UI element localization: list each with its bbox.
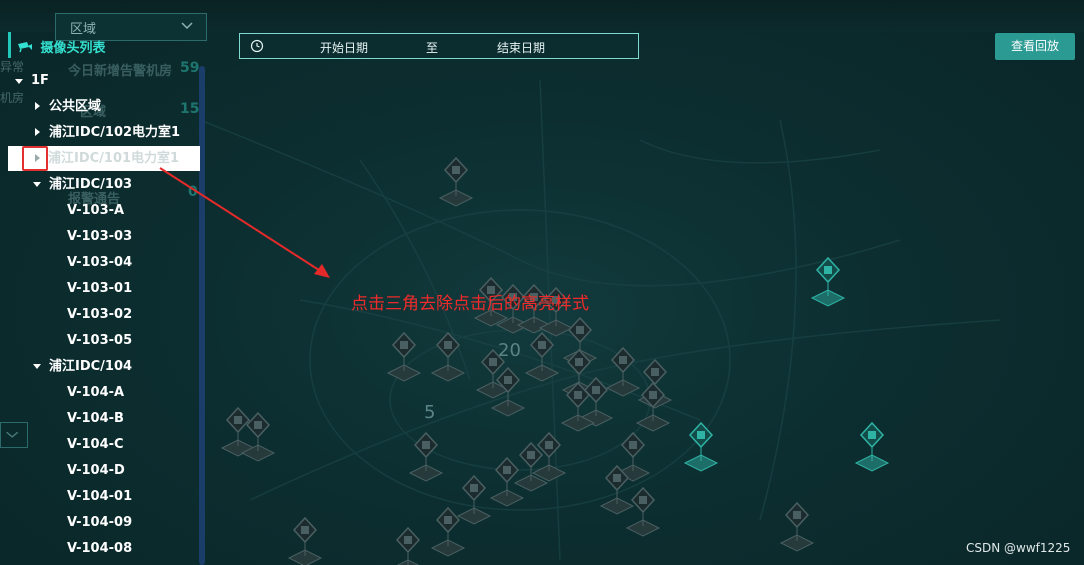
cluster-count: 5 <box>424 402 436 423</box>
cluster-count: 20 <box>498 340 521 361</box>
annotation-arrow <box>159 167 330 278</box>
annotation-text: 点击三角去除点击后的高亮样式 <box>351 294 589 314</box>
watermark: CSDN @wwf1225 <box>966 541 1071 555</box>
